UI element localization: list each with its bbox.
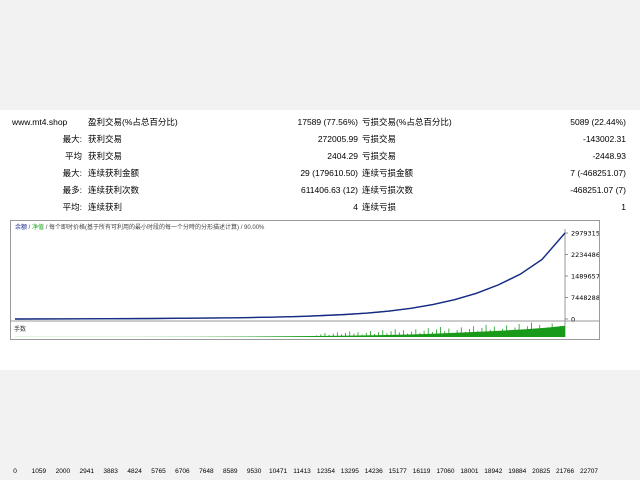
legend-equity: 净值 — [32, 225, 45, 231]
x-tick-label: 10471 — [269, 468, 288, 475]
stat-value: 611406.63 (12) — [300, 185, 358, 195]
report-panel: www.mt4.shop 盈利交易(%占总百分比) 17589 (77.56%)… — [0, 110, 640, 475]
site-label: www.mt4.shop — [12, 117, 68, 127]
stats-row: 平均 获利交易 2404.29 亏损交易 -2448.93 — [0, 148, 640, 165]
stat-value: 2404.29 — [327, 151, 358, 161]
y-tick-label: 14896576 — [571, 273, 599, 281]
stat-key: 亏损交易 — [362, 134, 397, 144]
x-tick-label: 14236 — [364, 468, 383, 475]
stat-value: 4 — [353, 202, 358, 212]
x-tick-label: 20825 — [532, 468, 551, 475]
stats-row: 最大: 连续获利金额 29 (179610.50) 连续亏损金额 7 (-468… — [0, 165, 640, 182]
x-tick-label: 1059 — [31, 468, 47, 475]
x-tick-label: 16119 — [412, 468, 431, 475]
x-tick-label: 13295 — [340, 468, 359, 475]
stat-value: 29 (179610.50) — [300, 168, 358, 178]
stat-row-label: 最大: — [62, 134, 82, 144]
stat-value: 272005.99 — [317, 134, 358, 144]
stats-row: www.mt4.shop 盈利交易(%占总百分比) 17589 (77.56%)… — [0, 114, 640, 131]
balance-chart: 29793152 22344864 14896576 7448288 0 余额 / 净值… — [10, 220, 600, 340]
x-tick-label: 6706 — [175, 468, 190, 475]
x-tick-label: 8589 — [223, 468, 238, 475]
stat-row-label: 平均: — [62, 202, 82, 212]
balance-line — [14, 232, 566, 320]
x-tick-label: 7648 — [199, 468, 214, 475]
stat-row-label: 最大: — [62, 168, 82, 178]
chart-canvas: 29793152 22344864 14896576 7448288 0 — [11, 229, 599, 337]
stat-key: 连续亏损 — [362, 202, 397, 212]
x-axis: 0 1059 2000 2941 3883 4824 5765 6706 7648 8589 953… — [10, 467, 610, 477]
y-tick-label: 29793152 — [571, 230, 599, 238]
x-tick-label: 21766 — [556, 468, 575, 475]
x-tick-label: 0 — [13, 468, 17, 475]
stat-key: 盈利交易(%占总百分比) — [88, 117, 178, 127]
stat-value: 17589 (77.56%) — [297, 117, 359, 127]
stat-value: -468251.07 (7) — [570, 185, 626, 195]
y-tick-label: 22344864 — [571, 251, 599, 259]
stat-value: 5089 (22.44%) — [570, 117, 626, 127]
stat-value: -2448.93 — [592, 151, 626, 161]
stat-value: 7 (-468251.07) — [570, 168, 626, 178]
stat-key: 连续亏损金额 — [362, 168, 414, 178]
legend-description: / 每个即时价格(基于所有可利用的最小时段的每一个分時的分形描述计算) / 90… — [44, 225, 265, 231]
x-tick-label: 2000 — [55, 468, 71, 475]
x-tick-label: 11413 — [293, 468, 311, 475]
stat-row-label: 最多: — [62, 185, 82, 195]
legend-balance: 余额 — [15, 225, 28, 231]
volume-label: 手数 — [14, 327, 27, 333]
stat-row-label: 平均 — [64, 151, 82, 161]
stats-row: 平均: 连续获利 4 连续亏损 1 — [0, 199, 640, 216]
stats-row: 最多: 连续获利次数 611406.63 (12) 连续亏损次数 -468251… — [0, 182, 640, 199]
x-tick-label: 18942 — [484, 468, 503, 475]
x-tick-label: 15177 — [388, 468, 407, 475]
x-tick-label: 18001 — [460, 468, 479, 475]
y-tick-label: 7448288 — [571, 294, 599, 302]
stat-key: 亏损交易 — [362, 151, 397, 161]
stat-key: 连续获利金额 — [88, 168, 140, 178]
y-tick-label: 0 — [571, 316, 575, 324]
x-tick-label: 22707 — [579, 468, 599, 475]
stat-key: 连续获利次数 — [88, 185, 140, 195]
stats-row: 最大: 获利交易 272005.99 亏损交易 -143002.31 — [0, 131, 640, 148]
stat-key: 获利交易 — [88, 134, 123, 144]
x-tick-label: 9530 — [246, 468, 262, 475]
x-tick-label: 3883 — [103, 468, 118, 475]
equity-line — [14, 232, 566, 320]
x-tick-label: 19884 — [508, 468, 527, 475]
stat-value: -143002.31 — [582, 134, 626, 144]
x-tick-label: 12354 — [316, 468, 335, 475]
stat-key: 连续亏损次数 — [362, 185, 414, 195]
stat-key: 亏损交易(%占总百分比) — [362, 117, 452, 127]
x-tick-label: 17060 — [436, 468, 455, 475]
stat-value: 1 — [621, 202, 626, 212]
x-tick-label: 2941 — [79, 468, 94, 475]
stats-table: www.mt4.shop 盈利交易(%占总百分比) 17589 (77.56%)… — [0, 114, 640, 216]
chart-legend: 余额 / 净值 / 每个即时价格(基于所有可利用的最小时段的每一个分時的分形描述… — [15, 224, 264, 232]
x-tick-label: 4824 — [127, 468, 142, 475]
x-tick-label: 5765 — [151, 468, 166, 475]
stat-key: 获利交易 — [88, 151, 123, 161]
volume-area — [15, 325, 565, 337]
stat-key: 连续获利 — [88, 202, 123, 212]
